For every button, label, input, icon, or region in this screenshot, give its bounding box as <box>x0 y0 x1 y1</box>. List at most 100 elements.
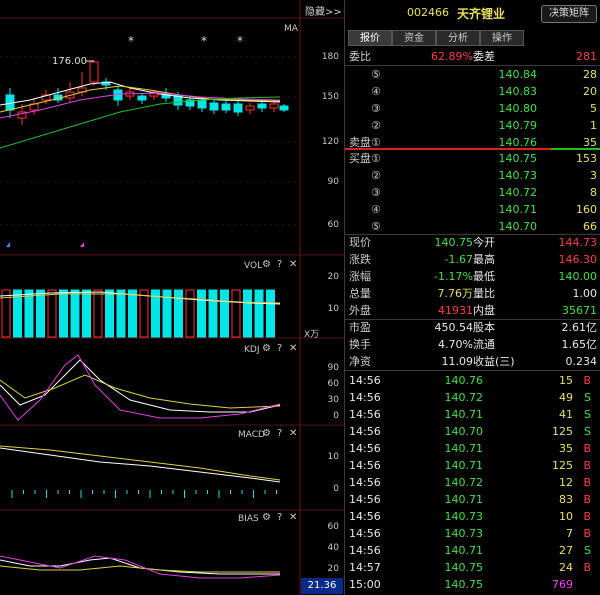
trade-price: 140.73 <box>444 527 484 540</box>
trade-price: 140.71 <box>444 459 484 472</box>
help-icon[interactable]: ? <box>277 344 282 354</box>
quote-label: 今开 <box>473 236 495 249</box>
close-icon[interactable]: ✕ <box>289 429 297 439</box>
bid-volume: 160 <box>576 203 597 216</box>
trade-volume: 41 <box>559 408 573 421</box>
help-icon[interactable]: ? <box>277 260 282 270</box>
trade-price: 140.71 <box>444 544 484 557</box>
trade-price: 140.73 <box>444 510 484 523</box>
quote-label: 涨跌 <box>349 253 371 266</box>
weibi-row: 委比 62.89% 委差 281 <box>345 48 600 65</box>
quote-value: 35671 <box>562 304 597 317</box>
weicha-value: 281 <box>576 50 597 63</box>
decision-matrix-button[interactable]: 决策矩阵 <box>541 5 597 23</box>
bid-row: ⑤ 140.70 66 <box>345 218 600 235</box>
gear-icon[interactable]: ⚙ <box>262 344 271 354</box>
gear-icon[interactable]: ⚙ <box>262 429 271 439</box>
bid-price: 140.73 <box>498 169 538 182</box>
candle-body <box>89 61 99 83</box>
kdj-axis-label: 60 <box>327 379 339 389</box>
ask-volume: 1 <box>590 119 597 132</box>
kdj-panel-title: KDJ <box>244 345 260 355</box>
ask-price: 140.84 <box>498 68 538 81</box>
bid-row: ② 140.73 3 <box>345 167 600 184</box>
tab-trade[interactable]: 操作 <box>480 30 524 46</box>
tab-quote[interactable]: 报价 <box>348 30 392 46</box>
gear-icon[interactable]: ⚙ <box>262 260 271 270</box>
ask-volume: 35 <box>583 136 597 149</box>
trade-volume: 35 <box>559 442 573 455</box>
chart-canvas[interactable]: 176.00 <box>0 0 344 595</box>
help-icon[interactable]: ? <box>277 429 282 439</box>
price-axis-label: 120 <box>321 137 339 147</box>
chart-area[interactable]: 176.00 隐藏>> MA * * * 180 150 120 90 60 V… <box>0 0 344 595</box>
trade-side: S <box>584 544 591 557</box>
quote-header: 002466 天齐锂业 决策矩阵 <box>345 0 600 28</box>
quote-label: 涨幅 <box>349 270 371 283</box>
close-icon[interactable]: ✕ <box>289 260 297 270</box>
ask-row: ② 140.79 1 <box>345 117 600 134</box>
trade-time: 14:57 <box>349 561 381 574</box>
gear-icon[interactable]: ⚙ <box>262 513 271 523</box>
bias-axis-label: 40 <box>327 543 339 553</box>
bid-volume: 3 <box>590 169 597 182</box>
trade-row: 14:56 140.76 15 B <box>345 372 600 389</box>
quote-label: 最高 <box>473 253 495 266</box>
volume-bar <box>116 289 126 338</box>
trade-price: 140.71 <box>444 408 484 421</box>
ask-volume: 28 <box>583 68 597 81</box>
bid-row: ③ 140.72 8 <box>345 184 600 201</box>
ask-row: ⑤ 140.84 28 <box>345 66 600 83</box>
kdj-axis-label: 0 <box>333 411 339 421</box>
volume-bar <box>174 289 183 338</box>
trade-volume: 49 <box>559 391 573 404</box>
price-axis-label: 60 <box>327 220 339 230</box>
event-marker <box>6 242 10 247</box>
trade-volume: 125 <box>552 425 573 438</box>
trade-side: S <box>584 408 591 421</box>
volume-bar <box>185 289 195 338</box>
bid-volume: 153 <box>576 152 597 165</box>
quote-value: -1.67 <box>444 253 473 266</box>
quote-label: 内盘 <box>473 304 495 317</box>
volume-bar <box>24 289 34 338</box>
quote-value: 1.00 <box>572 287 598 300</box>
ask-price: 140.76 <box>498 136 538 149</box>
tab-analysis[interactable]: 分析 <box>436 30 480 46</box>
volume-bar <box>243 289 252 338</box>
volume-bar <box>70 289 80 338</box>
quote-value: 0.234 <box>565 355 598 368</box>
quote-label: 量比 <box>473 287 495 300</box>
close-icon[interactable]: ✕ <box>289 344 297 354</box>
quote-label: 收益(三) <box>473 355 515 368</box>
macd-panel-title: MACD <box>238 430 265 440</box>
quote-value: -1.17% <box>434 270 473 283</box>
bid-volume: 66 <box>583 220 597 233</box>
volume-bar <box>231 289 241 338</box>
bid-row: ④ 140.71 160 <box>345 201 600 218</box>
trade-side: B <box>583 442 591 455</box>
quote-value: 4.70% <box>438 338 473 351</box>
ask-volume: 5 <box>590 102 597 115</box>
volume-bar <box>139 289 149 338</box>
candle-body <box>221 103 231 111</box>
trade-side: S <box>584 391 591 404</box>
trade-side: S <box>584 425 591 438</box>
ask-row: ④ 140.83 20 <box>345 83 600 100</box>
ask-price: 140.79 <box>498 119 538 132</box>
tab-funds[interactable]: 资金 <box>392 30 436 46</box>
trade-row: 14:56 140.73 7 B <box>345 525 600 542</box>
candle-body <box>269 103 279 109</box>
bid-row: 买盘① 140.75 153 <box>345 150 600 167</box>
quote-label: 现价 <box>349 236 371 249</box>
quote-value: 144.73 <box>558 236 598 249</box>
trade-price: 140.75 <box>444 578 484 591</box>
quote-value: 146.30 <box>558 253 598 266</box>
close-icon[interactable]: ✕ <box>289 513 297 523</box>
trade-time: 14:56 <box>349 493 381 506</box>
hide-panel-button[interactable]: 隐藏>> <box>305 3 342 18</box>
quote-row: 现价 140.75 今开 144.73 <box>345 234 600 251</box>
help-icon[interactable]: ? <box>277 513 282 523</box>
volume-bar <box>266 289 275 338</box>
volume-bar <box>82 289 91 338</box>
